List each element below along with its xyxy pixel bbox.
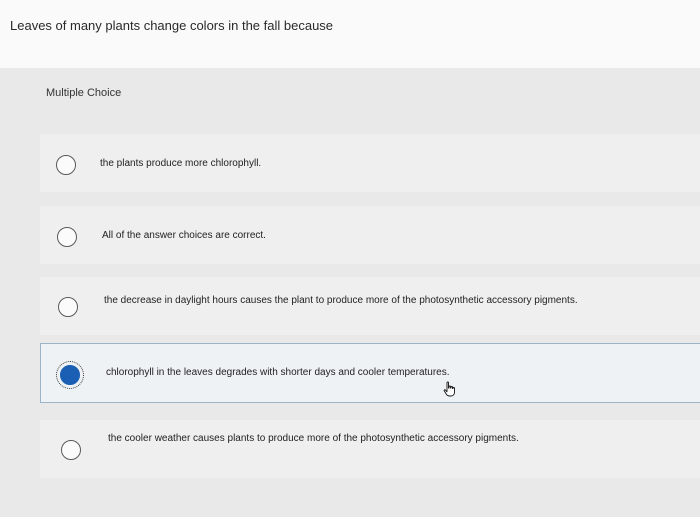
choice-label: the cooler weather causes plants to prod…	[108, 433, 519, 444]
radio-button[interactable]	[58, 297, 78, 317]
choice-option[interactable]: All of the answer choices are correct.	[40, 206, 700, 264]
choice-label: chlorophyll in the leaves degrades with …	[106, 367, 450, 378]
choice-label: All of the answer choices are correct.	[102, 230, 266, 241]
question-text: Leaves of many plants change colors in t…	[10, 18, 334, 33]
hand-pointer-icon	[443, 381, 455, 397]
question-type-label: Multiple Choice	[46, 87, 122, 99]
choice-option[interactable]: the cooler weather causes plants to prod…	[40, 420, 700, 478]
radio-button[interactable]	[57, 227, 77, 247]
choice-label: the plants produce more chlorophyll.	[100, 158, 262, 169]
choice-option[interactable]: the plants produce more chlorophyll.	[40, 134, 700, 192]
radio-button[interactable]	[56, 155, 76, 175]
radio-button[interactable]	[61, 440, 81, 460]
choice-option-selected[interactable]: chlorophyll in the leaves degrades with …	[40, 343, 700, 403]
question-header: Leaves of many plants change colors in t…	[0, 0, 700, 68]
radio-button-selected[interactable]	[56, 361, 84, 389]
choice-option[interactable]: the decrease in daylight hours causes th…	[40, 277, 700, 335]
choice-label: the decrease in daylight hours causes th…	[104, 295, 578, 306]
